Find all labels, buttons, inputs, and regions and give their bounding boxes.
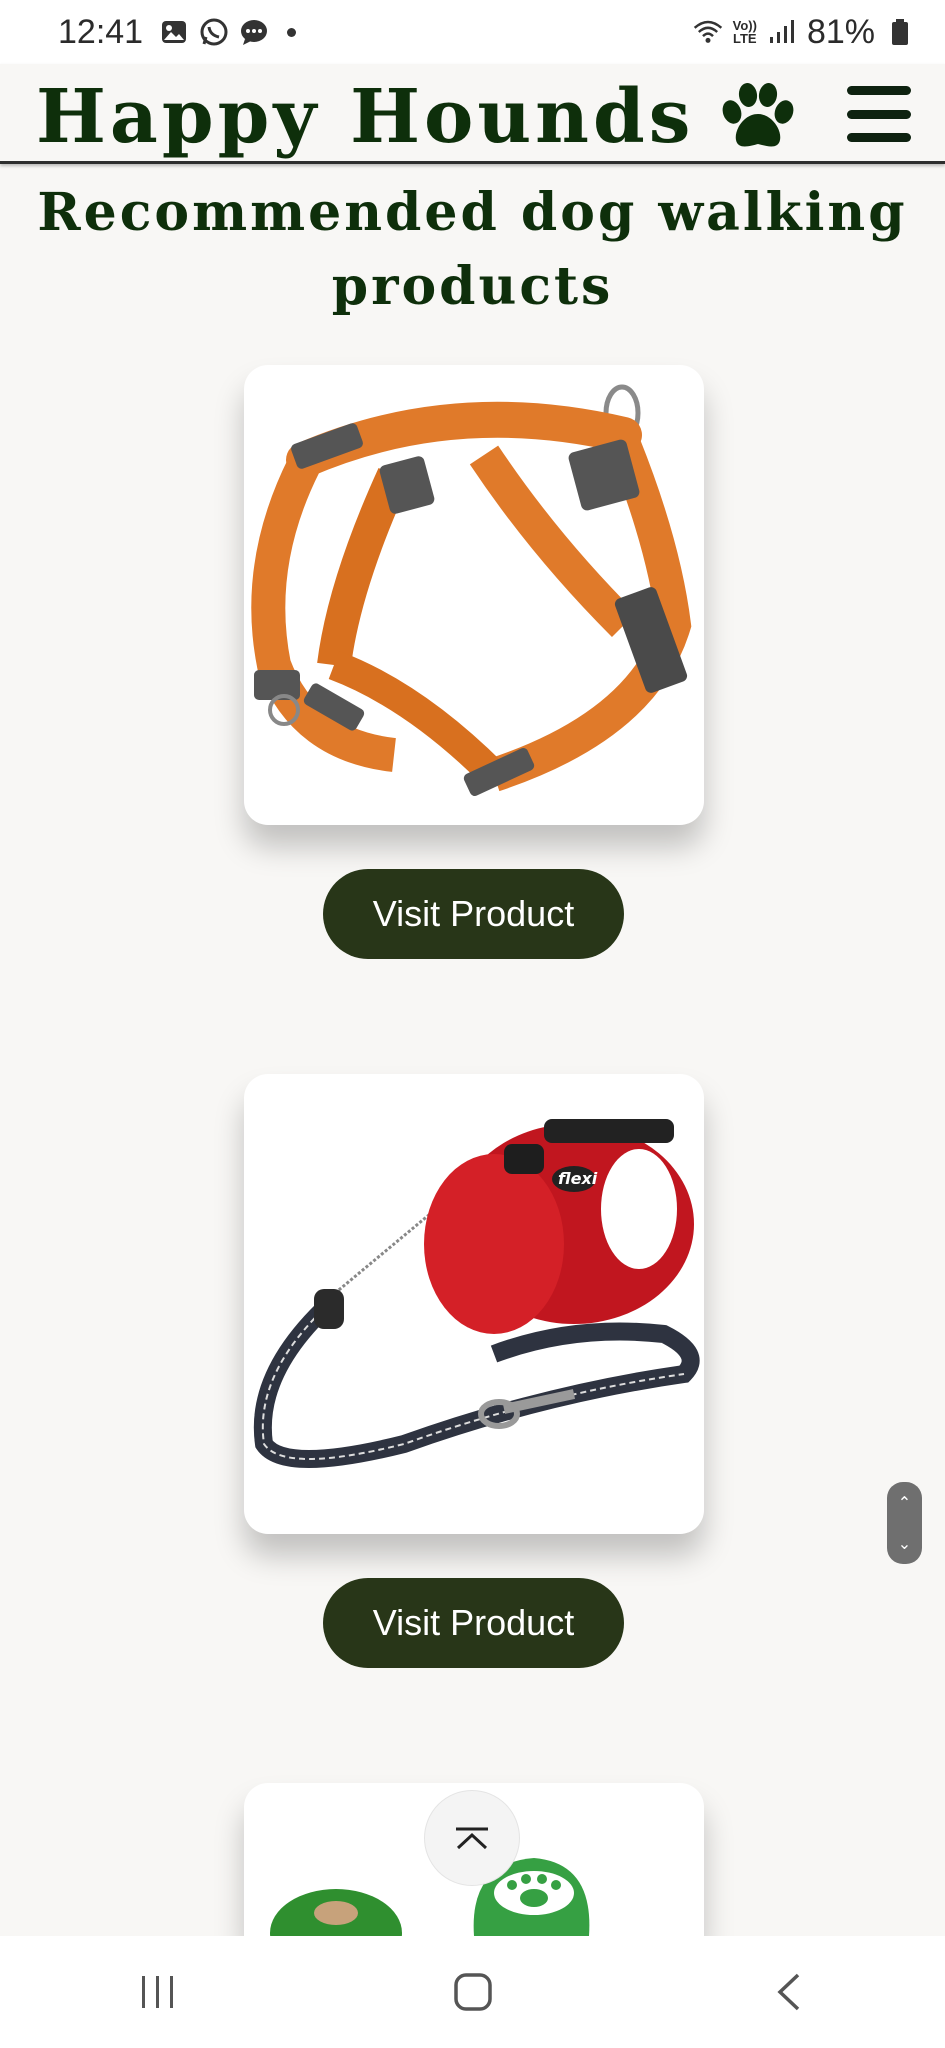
- recent-apps-button[interactable]: [113, 1957, 203, 2027]
- paw-icon: [723, 83, 794, 147]
- home-icon: [453, 1973, 492, 2011]
- product-card-leash: flexi: [244, 1074, 704, 1534]
- home-button[interactable]: [428, 1957, 518, 2027]
- brand-name: Happy Hounds: [36, 74, 695, 160]
- volte-indicator: Vo)) LTE: [733, 19, 757, 45]
- chevron-up-icon: [456, 1827, 488, 1850]
- whatsapp-icon: [199, 17, 229, 47]
- battery-icon: [885, 17, 915, 47]
- recent-apps-icon: [141, 1976, 173, 2008]
- menu-line: [847, 109, 911, 119]
- more-notifications-dot: [287, 27, 297, 37]
- back-to-top-button[interactable]: [424, 1790, 520, 1886]
- visit-product-button-leash[interactable]: Visit Product: [323, 1578, 624, 1668]
- messages-icon: [239, 17, 269, 47]
- system-icons: Vo)) LTE 81%: [693, 13, 915, 52]
- flexi-logo: flexi: [558, 1169, 598, 1188]
- visit-product-button-harness[interactable]: Visit Product: [323, 869, 624, 959]
- hamburger-menu-icon[interactable]: [847, 86, 911, 142]
- back-button[interactable]: [743, 1957, 833, 2027]
- status-time: 12:41: [58, 12, 144, 51]
- brand-logo[interactable]: Happy Hounds: [36, 74, 796, 160]
- product-card-harness: [244, 365, 704, 825]
- page-title: Recommended dog walking products: [37, 182, 908, 317]
- wifi-icon: [693, 17, 723, 47]
- signal-icon: [767, 17, 797, 47]
- lte-label: LTE: [732, 31, 757, 46]
- notification-icons: [159, 17, 297, 47]
- site-header: Happy Hounds: [0, 64, 945, 164]
- leash-image: flexi: [253, 1119, 700, 1468]
- scroll-down-icon[interactable]: ⌄: [898, 1534, 911, 1553]
- harness-image: [251, 384, 692, 797]
- status-bar: 12:41 Vo)) LTE 81%: [0, 0, 945, 64]
- system-nav-bar: [0, 1936, 945, 2048]
- scroll-helper[interactable]: ⌃ ⌄: [887, 1482, 922, 1564]
- battery-percent: 81%: [806, 12, 875, 51]
- scroll-up-icon[interactable]: ⌃: [898, 1493, 911, 1512]
- gallery-icon: [159, 17, 189, 47]
- menu-line: [847, 86, 911, 95]
- menu-line: [847, 133, 911, 142]
- back-icon: [776, 1973, 799, 2011]
